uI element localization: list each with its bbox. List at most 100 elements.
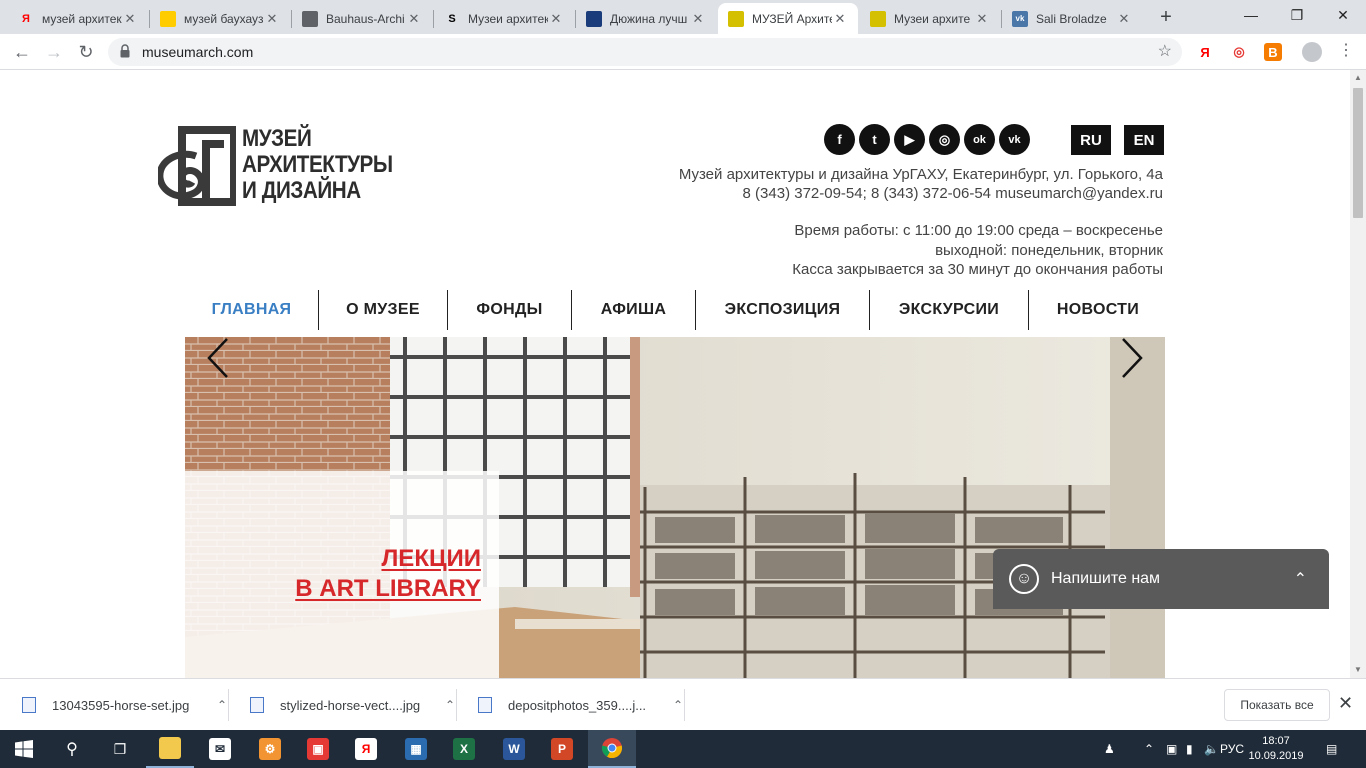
close-tab-icon[interactable]: ✕	[264, 11, 280, 27]
browser-tab[interactable]: МУЗЕЙ Архите ✕	[718, 3, 858, 34]
close-window-button[interactable]: ✕	[1320, 0, 1366, 30]
slide-caption-line-1[interactable]: ЛЕКЦИИ	[381, 545, 481, 573]
nav-item[interactable]: АФИША	[572, 290, 695, 330]
reload-button[interactable]: ↻	[74, 40, 98, 64]
phones-email-text[interactable]: 8 (343) 372-09-54; 8 (343) 372-06-54 mus…	[679, 184, 1163, 203]
lang-en-button[interactable]: EN	[1124, 125, 1164, 155]
browser-tab[interactable]: Ямузей архитек ✕	[8, 3, 148, 34]
nav-item[interactable]: ГЛАВНАЯ	[185, 290, 318, 330]
tab-separator	[433, 10, 434, 28]
restore-button[interactable]: ❐	[1274, 0, 1320, 30]
notifications-icon[interactable]: ▤	[1326, 730, 1337, 768]
opening-hours-block: Время работы: с 11:00 до 19:00 среда – в…	[792, 221, 1163, 280]
hours-line-2: выходной: понедельник, вторник	[935, 241, 1163, 259]
close-tab-icon[interactable]: ✕	[122, 11, 138, 27]
yandex-browser-icon[interactable]: Я	[342, 730, 390, 768]
download-filename: stylized-horse-vect....jpg	[280, 697, 421, 713]
tab-separator	[575, 10, 576, 28]
browser-tab[interactable]: vk Sali Broladze ✕	[1002, 3, 1142, 34]
browser-toolbar: ← → ↻ museumarch.com ☆ Я ◎ В ⋮	[0, 34, 1366, 70]
scroll-up-arrow-icon[interactable]: ▲	[1354, 73, 1362, 82]
search-icon[interactable]: ⚲	[48, 730, 96, 768]
powerpoint-icon[interactable]: P	[538, 730, 586, 768]
close-tab-icon[interactable]: ✕	[690, 11, 706, 27]
target-ext-icon[interactable]: ◎	[1230, 43, 1248, 61]
browser-tab[interactable]: S Музеи архитек ✕	[434, 3, 574, 34]
download-item[interactable]: 13043595-horse-set.jpg ⌃	[0, 679, 232, 731]
facebook-icon[interactable]: f	[824, 124, 855, 155]
battery-icon[interactable]: ▮	[1186, 730, 1193, 768]
contacts-block: Музей архитектуры и дизайна УрГАХУ, Екат…	[679, 165, 1163, 203]
file-explorer-icon[interactable]	[146, 730, 194, 768]
profile-avatar-icon[interactable]	[1302, 42, 1322, 62]
lang-ru-button[interactable]: RU	[1071, 125, 1111, 155]
settings-app-icon[interactable]: ⚙	[246, 730, 294, 768]
word-icon[interactable]: W	[490, 730, 538, 768]
download-item[interactable]: stylized-horse-vect....jpg ⌃	[228, 679, 460, 731]
nav-item[interactable]: ЭКСПОЗИЦИЯ	[696, 290, 869, 330]
globe-icon	[302, 10, 318, 27]
page-scrollbar[interactable]: ▲ ▼	[1350, 70, 1366, 678]
nav-item[interactable]: ФОНДЫ	[448, 290, 571, 330]
image-file-icon	[478, 697, 492, 713]
system-clock[interactable]: 18:07 10.09.2019	[1246, 734, 1306, 764]
b-ext-icon[interactable]: В	[1264, 43, 1282, 61]
chevron-up-icon[interactable]: ⌃	[1294, 569, 1307, 589]
lock-icon[interactable]	[120, 44, 130, 58]
logo-line-2: АРХИТЕКТУРЫ	[242, 151, 393, 178]
close-tab-icon[interactable]: ✕	[1116, 11, 1132, 27]
nav-item[interactable]: ЭКСКУРСИИ	[870, 290, 1028, 330]
windows-start-icon[interactable]	[0, 730, 48, 768]
download-item[interactable]: depositphotos_359....j... ⌃	[456, 679, 688, 731]
vk-icon[interactable]: vk	[999, 124, 1030, 155]
input-language-indicator[interactable]: РУС	[1220, 730, 1244, 768]
store-icon[interactable]: ▦	[392, 730, 440, 768]
excel-icon[interactable]: X	[440, 730, 488, 768]
yandex-ext-icon[interactable]: Я	[1196, 43, 1214, 61]
new-tab-button[interactable]: +	[1154, 6, 1178, 30]
nav-item[interactable]: О МУЗЕЕ	[319, 290, 447, 330]
menu-kebab-icon[interactable]: ⋮	[1338, 42, 1354, 60]
slider-next-arrow-icon[interactable]	[1119, 337, 1145, 379]
twitter-icon[interactable]: t	[859, 124, 890, 155]
close-tab-icon[interactable]: ✕	[832, 11, 848, 27]
museum-logo[interactable]: МУЗЕЙ АРХИТЕКТУРЫ И ДИЗАЙНА	[156, 126, 393, 210]
people-icon[interactable]: ♟	[1104, 730, 1115, 768]
youtube-icon[interactable]: ▶	[894, 124, 925, 155]
back-button[interactable]: ←	[10, 40, 34, 64]
task-view-icon[interactable]: ❐	[96, 730, 144, 768]
tray-chevron-up-icon[interactable]: ⌃	[1144, 730, 1154, 768]
clock-date: 10.09.2019	[1248, 750, 1304, 762]
social-links: f t ▶ ◎ ok vk	[824, 124, 1030, 155]
nav-item[interactable]: НОВОСТИ	[1029, 290, 1167, 330]
instagram-icon[interactable]: ◎	[929, 124, 960, 155]
browser-tab[interactable]: Bauhaus-Archi ✕	[292, 3, 432, 34]
chrome-taskbar-icon[interactable]	[588, 730, 636, 768]
scrollbar-thumb[interactable]	[1353, 88, 1363, 218]
close-tab-icon[interactable]: ✕	[548, 11, 564, 27]
close-tab-icon[interactable]: ✕	[974, 11, 990, 27]
download-options-chevron-icon[interactable]: ⌃	[668, 698, 688, 712]
tray-app-icon[interactable]: ▣	[1166, 730, 1177, 768]
show-all-downloads-button[interactable]: Показать все	[1224, 689, 1330, 721]
minimize-button[interactable]: —	[1228, 0, 1274, 30]
close-tab-icon[interactable]: ✕	[406, 11, 422, 27]
slider-prev-arrow-icon[interactable]	[205, 337, 231, 379]
browser-tab[interactable]: Музеи архите ✕	[860, 3, 1000, 34]
mail-icon[interactable]: ✉	[196, 730, 244, 768]
browser-tab[interactable]: Дюжина лучш ✕	[576, 3, 716, 34]
address-bar[interactable]: museumarch.com ☆	[108, 38, 1182, 66]
scroll-down-arrow-icon[interactable]: ▼	[1354, 665, 1362, 674]
slide-caption-line-2[interactable]: В ART LIBRARY	[295, 575, 481, 603]
image-file-icon	[22, 697, 36, 713]
address-text: Музей архитектуры и дизайна УрГАХУ, Екат…	[678, 166, 1163, 183]
bookmark-star-icon[interactable]: ☆	[1158, 38, 1172, 66]
gift-app-icon[interactable]: ▣	[294, 730, 342, 768]
volume-icon[interactable]: 🔈	[1204, 730, 1219, 768]
forward-button[interactable]: →	[42, 40, 66, 64]
hero-slider[interactable]: ЛЕКЦИИ В ART LIBRARY	[185, 337, 1165, 678]
browser-tab[interactable]: музей баухауз ✕	[150, 3, 290, 34]
odnoklassniki-icon[interactable]: ok	[964, 124, 995, 155]
close-downloads-icon[interactable]: ✕	[1338, 693, 1353, 714]
chat-widget[interactable]: ☺ Напишите нам ⌃	[993, 549, 1329, 609]
